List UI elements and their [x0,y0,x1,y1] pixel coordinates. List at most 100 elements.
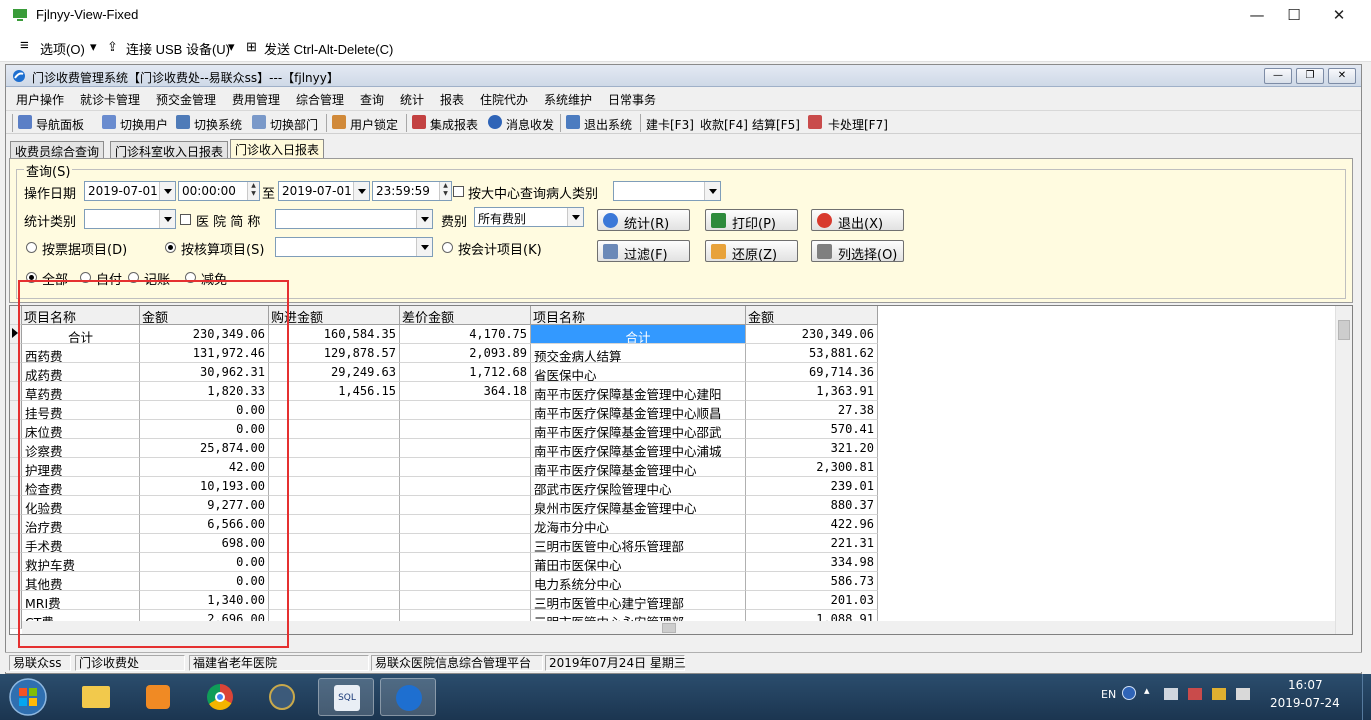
menu-user-ops[interactable]: 用户操作 [16,91,64,108]
table-cell[interactable]: 化验费 [22,496,140,515]
table-cell[interactable]: 南平市医疗保障基金管理中心浦城 [531,439,746,458]
toolbar-card-process[interactable]: 卡处理[F7] [828,116,888,133]
table-cell[interactable] [400,439,531,458]
tray-time[interactable]: 16:07 [1288,678,1323,692]
table-cell[interactable] [269,553,400,572]
table-cell[interactable]: 1,363.91 [746,382,878,401]
table-cell[interactable]: 10,193.00 [140,477,269,496]
table-cell[interactable]: 合计 [531,325,746,344]
table-cell[interactable] [269,572,400,591]
table-cell[interactable]: 南平市医疗保障基金管理中心顺昌 [531,401,746,420]
row-header[interactable] [10,382,22,401]
table-cell[interactable]: 698.00 [140,534,269,553]
chevron-down-icon[interactable] [159,210,175,228]
table-cell[interactable]: 其他费 [22,572,140,591]
table-cell[interactable] [400,534,531,553]
table-cell[interactable]: 龙海市分中心 [531,515,746,534]
radio-by-ticket[interactable] [26,242,37,253]
table-cell[interactable]: 364.18 [400,382,531,401]
table-cell[interactable]: 30,962.31 [140,363,269,382]
fee-select[interactable]: 所有费别 [474,207,584,227]
table-cell[interactable]: 129,878.57 [269,344,400,363]
table-cell[interactable]: 手术费 [22,534,140,553]
spin-icon[interactable]: ▲ ▼ [439,182,451,200]
taskbar-chrome-icon[interactable] [192,678,248,716]
table-cell[interactable] [400,401,531,420]
restore-button[interactable]: 还原(Z) [705,240,798,263]
toolbar-switch-user[interactable]: 切换用户 [120,116,168,133]
scroll-thumb[interactable] [1338,320,1350,340]
tray-chevron-up-icon[interactable]: ▴ [1144,684,1150,697]
by-center-checkbox[interactable] [453,186,464,197]
table-cell[interactable]: 42.00 [140,458,269,477]
stat-button[interactable]: 统计(R) [597,209,690,232]
vertical-scrollbar[interactable] [1335,306,1352,634]
exit-button[interactable]: 退出(X) [811,209,904,232]
table-cell[interactable]: 预交金病人结算 [531,344,746,363]
time-from-field[interactable]: 00:00:00 ▲ ▼ [178,181,260,201]
table-cell[interactable]: 南平市医疗保障基金管理中心 [531,458,746,477]
row-header[interactable] [10,363,22,382]
options-menu[interactable]: 选项(O) [40,39,85,58]
radio-by-account[interactable] [442,242,453,253]
table-cell[interactable] [400,572,531,591]
chevron-down-icon[interactable]: ▾ [228,39,235,55]
table-cell[interactable]: 合计 [22,325,140,344]
tray-security-icon[interactable] [1212,688,1226,700]
radio-self-pay[interactable] [80,272,91,283]
column-header[interactable]: 金额 [140,306,269,326]
table-cell[interactable] [400,591,531,610]
row-header[interactable] [10,610,22,629]
table-cell[interactable]: 成药费 [22,363,140,382]
table-cell[interactable]: 治疗费 [22,515,140,534]
column-header[interactable]: 金额 [746,306,878,326]
table-cell[interactable]: 诊察费 [22,439,140,458]
table-cell[interactable]: 护理费 [22,458,140,477]
outer-close-button[interactable]: ✕ [1316,0,1362,32]
hospital-select[interactable] [275,209,433,229]
row-header[interactable] [10,553,22,572]
table-cell[interactable] [269,401,400,420]
tab-dept-daily-report[interactable]: 门诊科室收入日报表 [110,141,229,159]
toolbar-messages[interactable]: 消息收发 [506,116,554,133]
table-cell[interactable]: 230,349.06 [140,325,269,344]
tray-flag-icon[interactable] [1164,688,1178,700]
table-cell[interactable] [269,515,400,534]
menu-card-mgmt[interactable]: 就诊卡管理 [80,91,140,108]
taskbar-media-player-icon[interactable] [130,678,186,716]
table-cell[interactable]: 53,881.62 [746,344,878,363]
table-cell[interactable]: 239.01 [746,477,878,496]
time-to-field[interactable]: 23:59:59 ▲ ▼ [372,181,452,201]
table-cell[interactable] [400,420,531,439]
menu-reports[interactable]: 报表 [440,91,464,108]
tray-network-icon[interactable] [1188,688,1202,700]
table-cell[interactable]: 1,820.33 [140,382,269,401]
table-cell[interactable]: 泉州市医疗保障基金管理中心 [531,496,746,515]
row-header[interactable] [10,439,22,458]
show-desktop-button[interactable] [1362,674,1371,720]
radio-all[interactable] [26,272,37,283]
table-cell[interactable] [269,534,400,553]
table-cell[interactable] [269,420,400,439]
table-cell[interactable]: 0.00 [140,553,269,572]
table-cell[interactable]: 三明市医管中心建宁管理部 [531,591,746,610]
toolbar-collect[interactable]: 收款[F4] [700,116,748,133]
table-cell[interactable]: 邵武市医疗保险管理中心 [531,477,746,496]
app-close-button[interactable]: ✕ [1328,68,1356,84]
table-cell[interactable] [400,458,531,477]
stat-type-select[interactable] [84,209,176,229]
table-cell[interactable]: 南平市医疗保障基金管理中心建阳 [531,382,746,401]
hospital-checkbox[interactable] [180,214,191,225]
table-cell[interactable]: MRI费 [22,591,140,610]
toolbar-settle[interactable]: 结算[F5] [752,116,800,133]
table-cell[interactable]: 27.38 [746,401,878,420]
table-cell[interactable] [400,496,531,515]
table-cell[interactable]: 422.96 [746,515,878,534]
table-cell[interactable]: 586.73 [746,572,878,591]
table-cell[interactable]: 201.03 [746,591,878,610]
row-header[interactable] [10,591,22,610]
tray-date[interactable]: 2019-07-24 [1270,696,1340,710]
column-header[interactable]: 项目名称 [531,306,746,326]
tray-volume-icon[interactable] [1236,688,1250,700]
table-cell[interactable]: 131,972.46 [140,344,269,363]
